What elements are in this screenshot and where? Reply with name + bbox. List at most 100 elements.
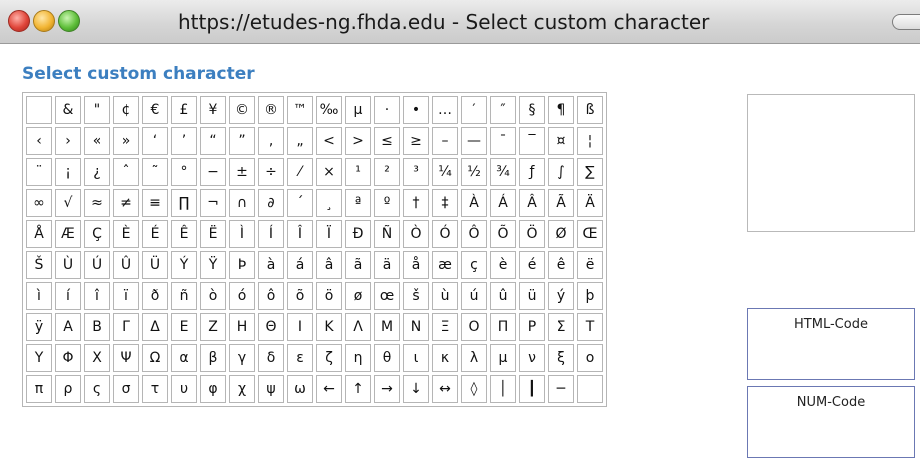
character-cell[interactable]: ≥ bbox=[403, 127, 429, 155]
character-cell[interactable]: ξ bbox=[548, 344, 574, 372]
character-cell[interactable]: à bbox=[258, 251, 284, 279]
character-cell[interactable]: Ÿ bbox=[200, 251, 226, 279]
character-cell[interactable]: ì bbox=[26, 282, 52, 310]
character-cell[interactable]: ƒ bbox=[519, 158, 545, 186]
character-cell[interactable]: ï bbox=[113, 282, 139, 310]
character-cell[interactable]: Χ bbox=[84, 344, 110, 372]
character-cell[interactable]: ↔ bbox=[432, 375, 458, 403]
character-cell[interactable]: ß bbox=[577, 96, 603, 124]
character-cell[interactable]: τ bbox=[142, 375, 168, 403]
character-cell[interactable]: Ë bbox=[200, 220, 226, 248]
character-cell[interactable]: † bbox=[403, 189, 429, 217]
character-cell[interactable]: ö bbox=[316, 282, 342, 310]
character-cell[interactable]: ┃ bbox=[519, 375, 545, 403]
character-cell[interactable]: Š bbox=[26, 251, 52, 279]
character-cell[interactable]: ≠ bbox=[113, 189, 139, 217]
character-cell[interactable]: Β bbox=[84, 313, 110, 341]
character-cell[interactable]: ′ bbox=[461, 96, 487, 124]
character-cell[interactable]: Ì bbox=[229, 220, 255, 248]
character-cell[interactable]: ë bbox=[577, 251, 603, 279]
character-cell[interactable]: λ bbox=[461, 344, 487, 372]
character-cell[interactable]: á bbox=[287, 251, 313, 279]
character-cell[interactable]: Ö bbox=[519, 220, 545, 248]
character-cell[interactable]: § bbox=[519, 96, 545, 124]
character-cell[interactable]: κ bbox=[432, 344, 458, 372]
character-cell[interactable]: ” bbox=[229, 127, 255, 155]
character-cell[interactable]: Ç bbox=[84, 220, 110, 248]
character-cell[interactable]: ª bbox=[345, 189, 371, 217]
character-cell[interactable]: Œ bbox=[577, 220, 603, 248]
character-cell[interactable]: ι bbox=[403, 344, 429, 372]
character-cell[interactable]: û bbox=[490, 282, 516, 310]
character-cell[interactable]: æ bbox=[432, 251, 458, 279]
character-cell[interactable]: ‾ bbox=[519, 127, 545, 155]
character-cell[interactable]: · bbox=[374, 96, 400, 124]
character-cell[interactable]: © bbox=[229, 96, 255, 124]
character-cell[interactable]: ∂ bbox=[258, 189, 284, 217]
character-cell[interactable]: ¬ bbox=[200, 189, 226, 217]
character-cell[interactable]: œ bbox=[374, 282, 400, 310]
character-cell[interactable]: Ñ bbox=[374, 220, 400, 248]
toolbar-toggle-button[interactable] bbox=[892, 14, 920, 30]
character-cell[interactable]: Ó bbox=[432, 220, 458, 248]
character-cell[interactable]: & bbox=[55, 96, 81, 124]
character-cell[interactable]: ‚ bbox=[258, 127, 284, 155]
character-cell[interactable]: ∑ bbox=[577, 158, 603, 186]
character-cell[interactable]: í bbox=[55, 282, 81, 310]
character-cell[interactable]: γ bbox=[229, 344, 255, 372]
character-cell[interactable] bbox=[577, 375, 603, 403]
character-cell[interactable]: Ð bbox=[345, 220, 371, 248]
character-cell[interactable]: è bbox=[490, 251, 516, 279]
character-cell[interactable]: ─ bbox=[548, 375, 574, 403]
character-cell[interactable]: Ξ bbox=[432, 313, 458, 341]
character-cell[interactable]: Δ bbox=[142, 313, 168, 341]
character-cell[interactable]: ÿ bbox=[26, 313, 52, 341]
character-cell[interactable]: ¨ bbox=[26, 158, 52, 186]
character-cell[interactable]: Τ bbox=[577, 313, 603, 341]
character-cell[interactable]: – bbox=[432, 127, 458, 155]
character-cell[interactable]: ← bbox=[316, 375, 342, 403]
character-cell[interactable]: ω bbox=[287, 375, 313, 403]
character-cell[interactable]: ™ bbox=[287, 96, 313, 124]
character-cell[interactable]: Ù bbox=[55, 251, 81, 279]
character-cell[interactable]: ∩ bbox=[229, 189, 255, 217]
character-cell[interactable]: ≤ bbox=[374, 127, 400, 155]
character-cell[interactable]: Ø bbox=[548, 220, 574, 248]
character-cell[interactable]: √ bbox=[55, 189, 81, 217]
character-cell[interactable]: Π bbox=[490, 313, 516, 341]
character-cell[interactable]: Ï bbox=[316, 220, 342, 248]
minimize-window-icon[interactable] bbox=[33, 10, 55, 32]
character-cell[interactable]: ® bbox=[258, 96, 284, 124]
character-cell[interactable]: Κ bbox=[316, 313, 342, 341]
character-cell[interactable]: θ bbox=[374, 344, 400, 372]
character-cell[interactable]: ± bbox=[229, 158, 255, 186]
character-cell[interactable]: Σ bbox=[548, 313, 574, 341]
character-cell[interactable]: ¢ bbox=[113, 96, 139, 124]
character-cell[interactable]: … bbox=[432, 96, 458, 124]
character-cell[interactable]: » bbox=[113, 127, 139, 155]
character-cell[interactable]: Ò bbox=[403, 220, 429, 248]
character-cell[interactable]: « bbox=[84, 127, 110, 155]
character-cell[interactable]: Å bbox=[26, 220, 52, 248]
character-cell[interactable]: Γ bbox=[113, 313, 139, 341]
character-cell[interactable]: ζ bbox=[316, 344, 342, 372]
character-cell[interactable]: < bbox=[316, 127, 342, 155]
character-cell[interactable]: Ν bbox=[403, 313, 429, 341]
character-cell[interactable]: δ bbox=[258, 344, 284, 372]
character-cell[interactable]: α bbox=[171, 344, 197, 372]
character-cell[interactable]: ô bbox=[258, 282, 284, 310]
character-cell[interactable]: ² bbox=[374, 158, 400, 186]
character-cell[interactable]: ° bbox=[171, 158, 197, 186]
character-cell[interactable]: ¡ bbox=[55, 158, 81, 186]
character-cell[interactable]: ³ bbox=[403, 158, 429, 186]
character-cell[interactable]: π bbox=[26, 375, 52, 403]
character-cell[interactable]: ð bbox=[142, 282, 168, 310]
character-cell[interactable]: ¹ bbox=[345, 158, 371, 186]
character-cell[interactable]: › bbox=[55, 127, 81, 155]
character-cell[interactable]: Á bbox=[490, 189, 516, 217]
character-cell[interactable]: ∫ bbox=[548, 158, 574, 186]
character-cell[interactable]: ú bbox=[461, 282, 487, 310]
character-cell[interactable]: Ι bbox=[287, 313, 313, 341]
character-cell[interactable]: Õ bbox=[490, 220, 516, 248]
character-cell[interactable]: ″ bbox=[490, 96, 516, 124]
